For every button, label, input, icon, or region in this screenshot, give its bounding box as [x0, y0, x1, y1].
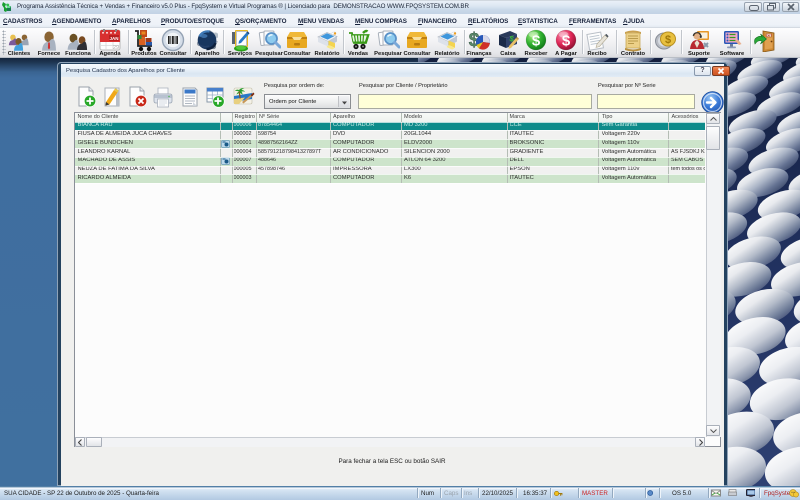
- svg-text:EXIT: EXIT: [766, 33, 773, 37]
- svg-text:$: $: [562, 33, 571, 50]
- svg-text:$: $: [532, 33, 541, 50]
- svg-text:JAN: JAN: [109, 36, 118, 41]
- svg-text:$: $: [665, 34, 671, 46]
